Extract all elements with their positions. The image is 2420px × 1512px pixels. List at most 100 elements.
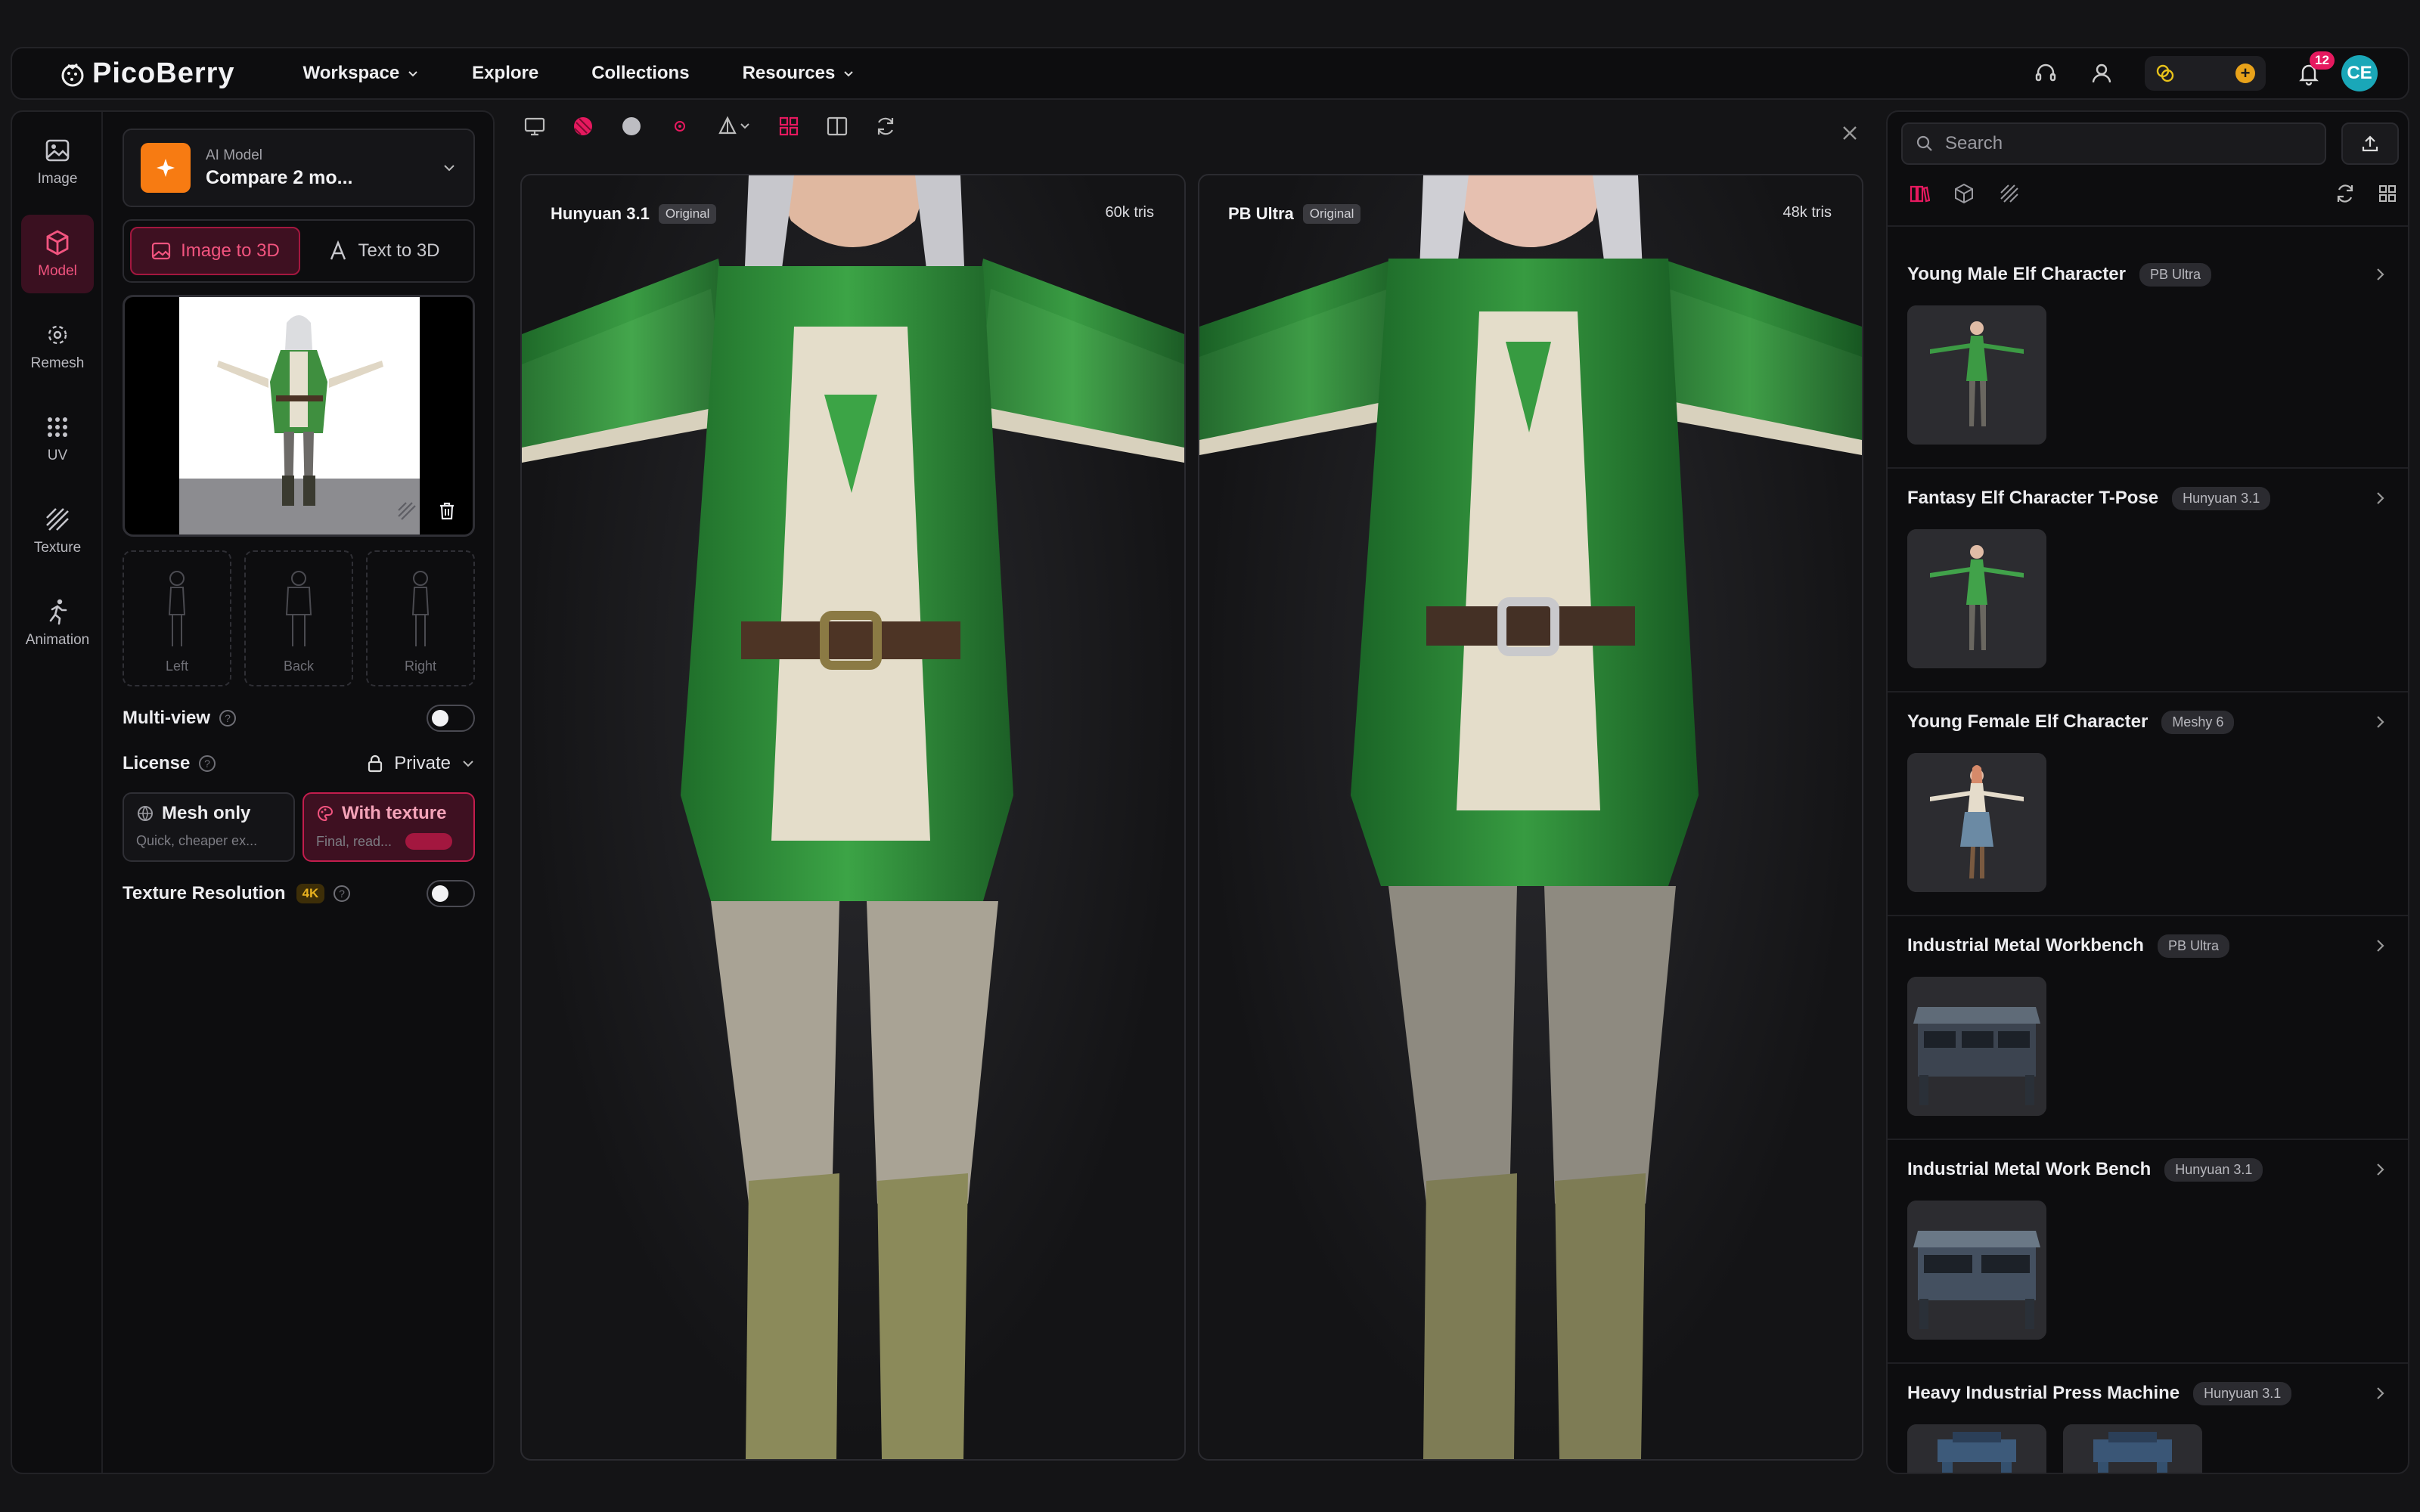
image-to-3d-tab[interactable]: Image to 3D [130,227,300,275]
model-thumbnail[interactable] [1907,305,2046,445]
search-input[interactable] [1945,133,2308,154]
rail-label-model: Model [38,263,77,279]
chevron-down-icon [408,71,417,77]
chevron-down-icon [444,165,455,172]
person-outline-icon [411,571,430,646]
view-slot-back[interactable]: Back [244,550,353,686]
palette-icon [318,805,334,822]
rail-item-animation[interactable]: Animation [21,584,94,662]
main-nav: Workspace Explore Collections Resources [303,63,908,84]
library-filters [1907,178,2399,209]
chevron-right-icon[interactable] [2372,490,2388,507]
grid-view-icon[interactable] [2376,182,2399,205]
brand-logo[interactable]: PicoBerry [57,57,235,90]
trash-icon[interactable] [436,500,458,521]
list-item[interactable]: Industrial Metal Work Bench Hunyuan 3.1 [1888,1140,2408,1364]
list-item[interactable]: Industrial Metal Workbench PB Ultra [1888,916,2408,1140]
rail-label-remesh: Remesh [30,355,85,371]
solid-sphere-icon[interactable] [619,113,644,139]
with-texture-option[interactable]: With texture Final, read... [302,792,475,862]
chevron-right-icon[interactable] [2372,1161,2388,1178]
refresh-icon[interactable] [2334,182,2356,205]
rail-item-uv[interactable]: UV [21,399,94,478]
texture-icon [46,508,69,531]
viewport-left[interactable]: Hunyuan 3.1 Original 60k tris [520,174,1186,1461]
texture-sphere-icon[interactable] [570,113,596,139]
sync-icon[interactable] [873,113,898,139]
view-slot-left[interactable]: Left [123,550,231,686]
elf-thumbnail-image [1907,529,2046,668]
texture-resolution-toggle[interactable] [427,880,475,907]
nav-explore[interactable]: Explore [472,63,538,84]
image-icon [152,242,171,260]
close-icon[interactable] [1839,122,1860,144]
list-item[interactable]: Young Female Elf Character Meshy 6 [1888,692,2408,916]
rail-item-texture[interactable]: Texture [21,491,94,570]
svg-text:?: ? [339,888,345,900]
view-slot-right[interactable]: Right [366,550,475,686]
elf-model-render [1199,175,1862,1459]
nav-resources[interactable]: Resources [743,63,855,84]
reference-image-preview[interactable] [123,295,475,537]
notifications-button[interactable]: 12 [2296,51,2335,86]
text-to-3d-tab[interactable]: Text to 3D [300,227,467,275]
rail-item-model[interactable]: Model [21,215,94,293]
list-item[interactable]: Heavy Industrial Press Machine Hunyuan 3… [1888,1364,2408,1473]
list-item-title: Industrial Metal Work Bench [1907,1159,2152,1179]
monitor-icon[interactable] [522,113,548,139]
generation-mode-toggle: Image to 3D Text to 3D [123,219,475,283]
headset-icon[interactable] [2033,60,2059,86]
chevron-right-icon[interactable] [2372,1385,2388,1402]
model-library-panel: Young Male Elf Character PB Ultra [1886,110,2409,1474]
nav-collections-label: Collections [591,63,690,83]
texture-icon[interactable] [396,500,417,521]
multiview-toggle[interactable] [427,705,475,732]
help-icon[interactable]: ? [218,708,237,728]
elf-model-render [522,175,1184,1459]
license-select[interactable]: Private [365,753,475,774]
upload-button[interactable] [2341,122,2399,165]
cost-pill [405,833,453,850]
book-filter-icon[interactable] [1907,182,1930,205]
lighting-dropdown-icon[interactable] [715,113,753,139]
wireframe-dot-icon[interactable] [667,113,693,139]
list-item[interactable]: Young Male Elf Character PB Ultra [1888,245,2408,469]
texture-resolution-row: Texture Resolution 4K ? [123,880,475,907]
chevron-right-icon[interactable] [2372,937,2388,954]
help-icon[interactable]: ? [332,884,352,903]
chevron-right-icon[interactable] [2372,714,2388,730]
viewport-left-model-name: Hunyuan 3.1 [551,204,650,223]
ai-model-select[interactable]: AI Model Compare 2 mo... [123,129,475,207]
viewport-right[interactable]: PB Ultra Original 48k tris [1198,174,1863,1461]
rail-item-image[interactable]: Image [21,122,94,201]
image-icon [45,139,70,162]
texture-filter-icon[interactable] [1998,182,2021,205]
grid-view-icon[interactable] [776,113,802,139]
rail-item-remesh[interactable]: Remesh [21,307,94,386]
plus-icon[interactable]: + [2235,64,2255,83]
list-item[interactable]: Fantasy Elf Character T-Pose Hunyuan 3.1 [1888,469,2408,692]
header-actions: + 12 CE [2003,51,2378,91]
model-thumbnail[interactable] [2063,1424,2202,1473]
model-thumbnail[interactable] [1907,1424,2046,1473]
text-to-3d-label: Text to 3D [358,240,440,261]
mesh-only-desc: Quick, cheaper ex... [136,833,258,848]
nav-collections[interactable]: Collections [591,63,689,84]
user-icon[interactable] [2089,60,2114,86]
model-thumbnail[interactable] [1907,977,2046,1116]
credits-widget[interactable]: + [2145,56,2266,91]
model-thumbnail[interactable] [1907,529,2046,668]
model-badge: PB Ultra [2139,262,2211,287]
chevron-right-icon[interactable] [2372,266,2388,283]
split-view-icon[interactable] [824,113,850,139]
mesh-only-option[interactable]: Mesh only Quick, cheaper ex... [123,792,295,862]
model-thumbnail[interactable] [1907,1201,2046,1340]
nav-workspace[interactable]: Workspace [303,63,420,84]
model-thumbnail[interactable] [1907,753,2046,892]
viewport-right-tri-count: 48k tris [1782,204,1832,221]
cube-filter-icon[interactable] [1953,182,1975,205]
help-icon[interactable]: ? [197,754,217,773]
berry-logo-icon [61,63,84,87]
nav-resources-label: Resources [742,63,836,83]
avatar[interactable]: CE [2341,55,2378,91]
